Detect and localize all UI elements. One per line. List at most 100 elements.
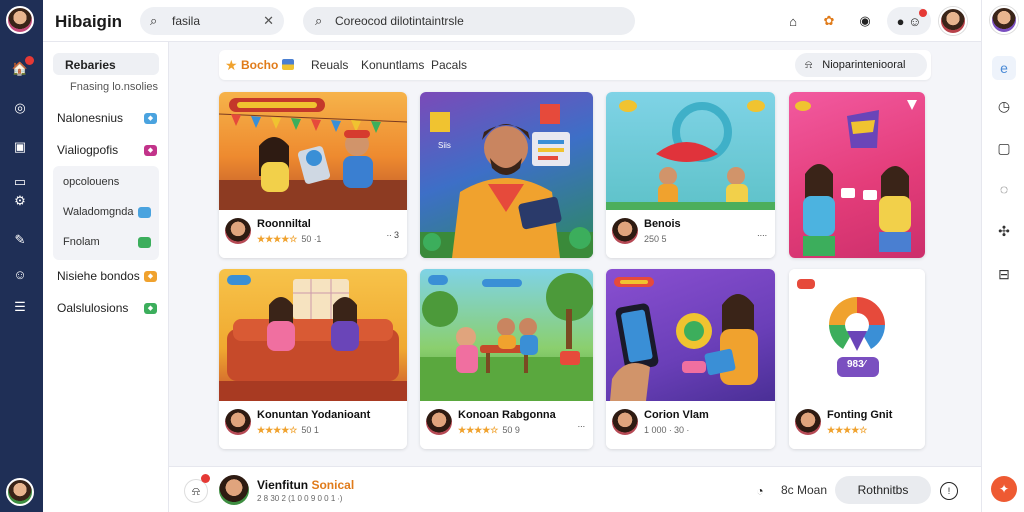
sidebar-toggle-icon[interactable]: ⊟: [994, 264, 1014, 284]
content-card[interactable]: Corion Vlam 1 000 ∙ 30 ∙: [606, 269, 775, 449]
account-avatar[interactable]: [6, 6, 34, 34]
sidebar-item[interactable]: Oalslulosions ◆: [57, 298, 157, 318]
sidebar: Rebaries Fnasing lo.nsolies Nalonesnius …: [43, 42, 169, 512]
edge-icon[interactable]: e: [992, 56, 1016, 80]
notifications-button[interactable]: ● ☺: [887, 7, 931, 35]
card-title: Corion Vlam: [644, 409, 709, 421]
rating-count: 250 5: [644, 234, 667, 244]
card-meta: ∙∙∙∙: [756, 230, 767, 240]
edit-icon[interactable]: ✎: [11, 231, 29, 249]
list-icon[interactable]: ☰: [11, 298, 29, 316]
notify-button-label: Nioparinteniooral: [822, 59, 906, 71]
card-title: Konoan Rabgonna: [458, 409, 556, 421]
card-avatar: [612, 218, 638, 244]
history-icon[interactable]: ◷: [994, 96, 1014, 116]
palette-icon[interactable]: ⌂: [779, 7, 807, 35]
card-illustration: [789, 92, 925, 258]
notification-dot: [919, 9, 927, 17]
home-icon[interactable]: 🏠: [11, 56, 34, 78]
tab-item[interactable]: Pacals: [431, 58, 467, 72]
help-icon[interactable]: ◌: [994, 179, 1014, 199]
player-subtitle: 2 8 30 2 (1 0 0 9 0 0 1 ∙): [257, 494, 343, 503]
copilot-button[interactable]: ✦: [991, 476, 1017, 502]
notification-dot: [201, 474, 210, 483]
apps-icon[interactable]: ✿: [815, 7, 843, 35]
player-action-button[interactable]: Rothnitbs: [835, 476, 931, 504]
content-card[interactable]: Benois 250 5 ∙∙∙∙: [606, 92, 775, 258]
sidebar-item-label: Waladomgnda: [63, 206, 134, 218]
profile-avatar[interactable]: [990, 6, 1018, 34]
card-title: Fonting Gnit: [827, 409, 893, 421]
search-placeholder: Coreocod dilotintaintrsle: [335, 14, 464, 28]
status-icon[interactable]: ◉: [851, 7, 879, 35]
card-icon[interactable]: ▭: [11, 173, 29, 191]
content-card[interactable]: [789, 92, 925, 258]
sidebar-item-label: Fnolam: [63, 236, 100, 248]
content-card[interactable]: Konoan Rabgonna ★★★★☆ 50 9 ∙∙∙: [420, 269, 593, 449]
search-icon: ⌕: [315, 13, 323, 28]
sidebar-subitem[interactable]: Fnolam: [63, 236, 151, 248]
player-bar: ⍾ Vienfitun Sonical 2 8 30 2 (1 0 0 9 0 …: [169, 466, 981, 512]
notify-button[interactable]: ⍾ Nioparinteniooral: [795, 53, 927, 77]
sidebar-subitem[interactable]: opcolouens: [63, 176, 151, 188]
sidebar-item[interactable]: Nisiehe bondos ◆: [57, 266, 157, 286]
tab-item[interactable]: Konuntlams: [361, 58, 424, 72]
sidebar-subitem[interactable]: Waladomgnda: [63, 206, 151, 218]
timer-icon[interactable]: ◔: [749, 480, 771, 502]
card-avatar: [225, 218, 251, 244]
sidebar-item[interactable]: Vialiogpofis ◆: [57, 140, 157, 160]
card-illustration: [606, 269, 775, 401]
svg-text:Siis: Siis: [438, 141, 451, 150]
search-input[interactable]: ⌕ Coreocod dilotintaintrsle: [303, 7, 635, 35]
notification-dot: [25, 56, 34, 65]
close-icon[interactable]: ✕: [263, 13, 274, 29]
card-footer: Corion Vlam 1 000 ∙ 30 ∙: [606, 401, 775, 449]
tab-item[interactable]: Reuals: [311, 58, 348, 72]
card-illustration: [606, 92, 775, 210]
badge-icon: ◆: [144, 270, 157, 282]
card-rating: ★★★★☆ 50 ∙1: [257, 234, 321, 245]
player-avatar[interactable]: [219, 475, 249, 505]
rating-stars: ★★★★☆: [257, 234, 298, 244]
rating-count: 1 000 ∙ 30 ∙: [644, 425, 690, 435]
tab-brand[interactable]: Bocho: [241, 58, 278, 72]
sidebar-item[interactable]: Nalonesnius ◆: [57, 108, 157, 128]
card-footer: Roonniltal ★★★★☆ 50 ∙1 ∙∙ 3: [219, 210, 407, 258]
rating-count: 50 ∙1: [301, 234, 322, 244]
card-title: Roonniltal: [257, 218, 311, 230]
card-avatar: [795, 409, 821, 435]
card-title: Konuntan Yodanioant: [257, 409, 371, 421]
card-meta: ∙∙ 3: [386, 230, 399, 240]
badge-icon: ◆: [144, 302, 157, 314]
people-icon[interactable]: ☺: [11, 266, 29, 284]
badge-icon: ◆: [144, 112, 157, 124]
filter-input[interactable]: ⌕ fasila ✕: [140, 7, 284, 35]
card-meta: ∙∙∙: [577, 421, 585, 431]
player-label: 8c Moan: [781, 483, 828, 497]
info-icon[interactable]: !: [941, 483, 957, 499]
badge-icon: [138, 236, 151, 248]
app-title: Hibaigin: [55, 12, 123, 31]
card-footer: Fonting Gnit ★★★★☆: [789, 401, 925, 449]
card-rating: ★★★★☆ 50 9: [458, 425, 520, 436]
player-title-a: Vienfitun: [257, 478, 309, 492]
rating-stars: ★★★★☆: [257, 425, 298, 435]
card-footer: Benois 250 5 ∙∙∙∙: [606, 210, 775, 258]
chat-icon[interactable]: ▢: [994, 138, 1014, 158]
globe-icon[interactable]: ◎: [11, 99, 29, 117]
bell-icon[interactable]: ⍾: [185, 474, 210, 502]
puzzle-icon[interactable]: ✣: [994, 221, 1014, 241]
content-card[interactable]: 983⁄ Fonting Gnit ★★★★☆: [789, 269, 925, 449]
clipboard-icon[interactable]: ▣: [11, 138, 29, 156]
settings-icon[interactable]: ⚙: [11, 192, 29, 210]
user-avatar[interactable]: [6, 478, 34, 506]
profile-avatar[interactable]: [939, 7, 967, 35]
content-card[interactable]: Roonniltal ★★★★☆ 50 ∙1 ∙∙ 3: [219, 92, 407, 258]
sidebar-item-label: opcolouens: [63, 176, 120, 188]
card-illustration: [219, 92, 407, 210]
content-card[interactable]: Siis: [420, 92, 593, 258]
card-rating: ★★★★☆ 50 1: [257, 425, 319, 436]
filter-value: fasila: [172, 14, 201, 28]
content-card[interactable]: Konuntan Yodanioant ★★★★☆ 50 1: [219, 269, 407, 449]
sidebar-header[interactable]: Rebaries: [53, 53, 159, 75]
